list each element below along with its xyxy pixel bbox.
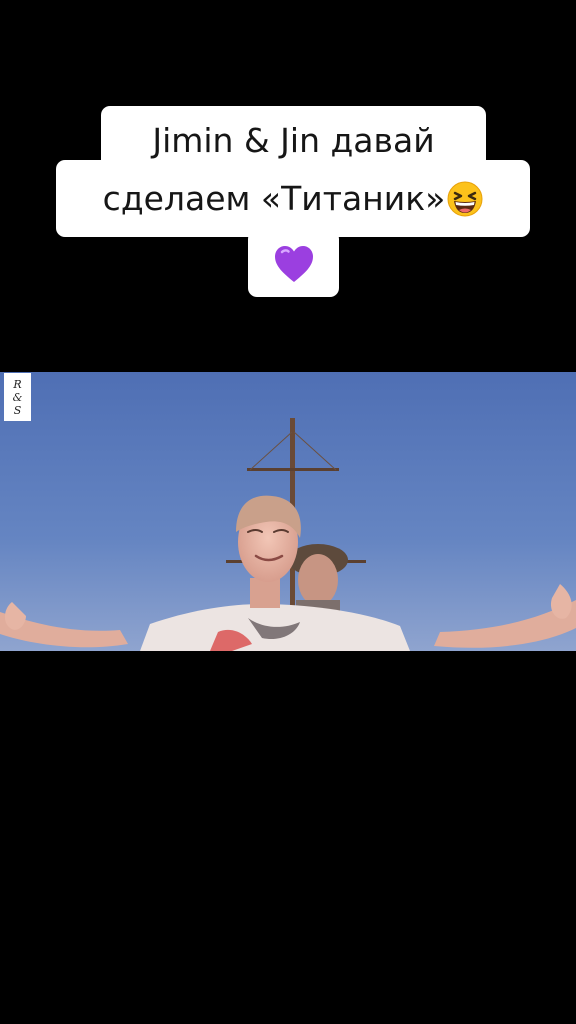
caption-line-3 xyxy=(248,230,339,297)
grinning-squinting-face-icon xyxy=(447,181,483,216)
watermark-ampersand: & xyxy=(12,390,23,404)
video-frame[interactable] xyxy=(0,372,576,651)
video-scene-image xyxy=(0,372,576,651)
caption-line-2: сделаем «Титаник» xyxy=(56,160,530,237)
channel-watermark: R & S xyxy=(4,373,31,421)
purple-heart-icon xyxy=(274,245,313,282)
caption-text-line-1: Jimin & Jin давай xyxy=(152,121,435,160)
watermark-letter-r: R xyxy=(13,377,22,391)
watermark-letter-s: S xyxy=(13,403,22,417)
caption-text-line-2: сделаем «Титаник» xyxy=(102,179,446,218)
